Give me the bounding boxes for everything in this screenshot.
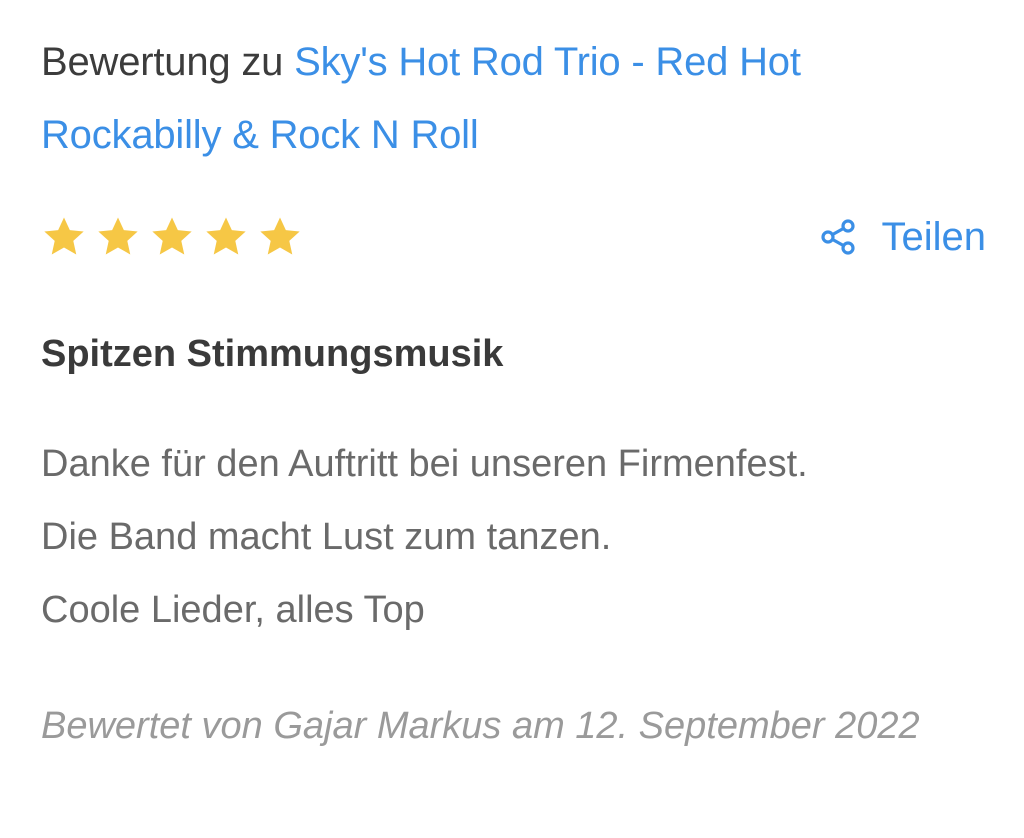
star-icon bbox=[152, 217, 192, 255]
share-button[interactable]: Teilen bbox=[819, 212, 986, 262]
review-title: Spitzen Stimmungsmusik bbox=[41, 333, 504, 375]
rating-row: Teilen bbox=[41, 214, 986, 264]
review-body-line: Coole Lieder, alles Top bbox=[41, 589, 425, 631]
star-rating bbox=[41, 214, 303, 260]
review-body-line: Die Band macht Lust zum tanzen. bbox=[41, 516, 612, 558]
share-icon bbox=[821, 219, 856, 255]
review-byline: Bewertet von Gajar Markus am 12. Septemb… bbox=[41, 705, 920, 747]
review-body: Danke für den Auftritt bei unseren Firme… bbox=[41, 428, 808, 647]
review-heading: Bewertung zu Sky's Hot Rod Trio - Red Ho… bbox=[41, 0, 986, 172]
star-icon bbox=[98, 217, 138, 255]
review-body-line: Danke für den Auftritt bei unseren Firme… bbox=[41, 443, 808, 485]
star-icon bbox=[260, 217, 300, 255]
star-icon bbox=[44, 217, 84, 255]
review-card: Bewertung zu Sky's Hot Rod Trio - Red Ho… bbox=[41, 0, 986, 747]
heading-prefix: Bewertung zu bbox=[41, 40, 295, 84]
star-icon bbox=[206, 217, 246, 255]
share-label: Teilen bbox=[881, 215, 986, 259]
